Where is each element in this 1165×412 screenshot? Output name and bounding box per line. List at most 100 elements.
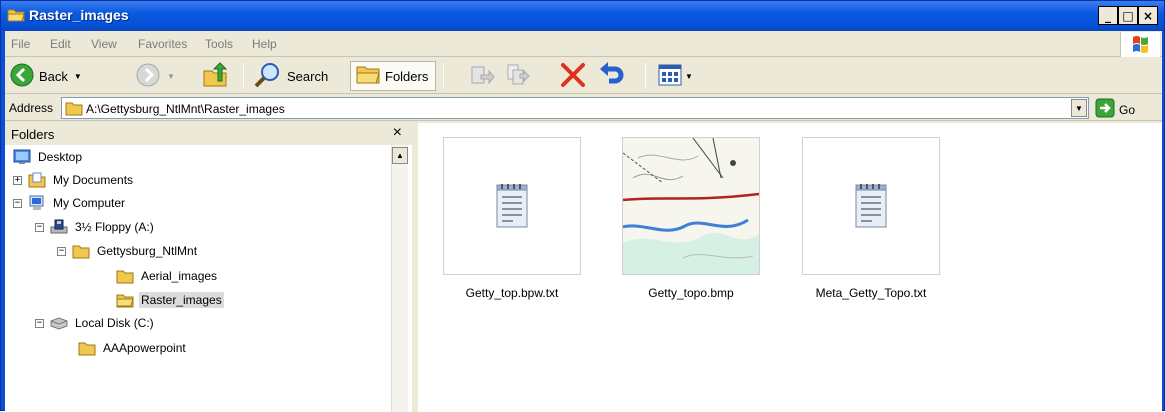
tree-item-label: 3½ Floppy (A:) [75,220,154,234]
collapse-toggle[interactable]: − [35,318,44,328]
tree-item-label: Gettysburg_NtlMnt [97,244,198,258]
file-name: Getty_topo.bmp [648,286,734,300]
tree-item-label: My Computer [53,196,126,210]
explorer-window: Raster_images _ □ × File Edit View Favor… [0,0,1165,412]
back-button[interactable]: Back ▼ [9,61,82,91]
desktop-icon [13,149,31,165]
open-folder-icon [7,7,25,26]
folder-tree: Desktop + My Documents − My Computer − 3… [5,145,391,412]
tree-item-my-computer[interactable]: − My Computer [13,192,127,214]
undo-button[interactable] [597,61,625,91]
standard-toolbar: Back ▼ ▼ Search Folders ▼ [5,58,1162,94]
file-view: Getty_top.bpw.txt Getty_topo.bmp Meta_Ge… [418,123,1162,412]
hard-disk-icon [50,315,68,331]
expand-toggle[interactable]: + [13,175,22,185]
menu-help[interactable]: Help [252,37,277,51]
my-computer-icon [28,195,46,211]
tree-item-floppy[interactable]: − 3½ Floppy (A:) [35,216,156,238]
folders-pane-title: Folders [11,127,55,142]
menu-favorites[interactable]: Favorites [138,37,187,51]
tree-item-label: AAApowerpoint [103,341,186,355]
forward-dropdown-icon[interactable]: ▼ [167,72,175,81]
forward-arrow-icon [135,62,161,91]
folders-pane-header: Folders × [5,123,412,145]
views-button[interactable]: ▼ [657,61,693,91]
back-label: Back [39,68,68,84]
go-button[interactable]: Go [1095,98,1135,121]
menu-tools[interactable]: Tools [205,37,233,51]
windows-logo [1120,32,1160,57]
folder-icon [78,340,96,356]
go-label: Go [1119,102,1136,117]
tree-item-label: Desktop [38,150,83,164]
folders-button[interactable]: Folders [350,61,436,91]
address-label: Address [9,101,54,115]
search-button[interactable]: Search [253,61,328,91]
undo-icon [597,61,625,92]
topographic-map-thumbnail [622,137,760,275]
scroll-up-button[interactable]: ▲ [392,147,408,164]
open-folder-icon [116,292,134,308]
folders-pane-close-button[interactable]: × [393,124,402,142]
copy-to-icon [505,63,531,90]
file-item[interactable]: Meta_Getty_Topo.txt [802,137,940,300]
tree-item-label: My Documents [53,173,134,187]
folder-icon [72,243,90,259]
menu-edit[interactable]: Edit [50,37,71,51]
address-field[interactable]: A:\Gettysburg_NtlMnt\Raster_images ▼ [61,97,1089,119]
close-button[interactable]: × [1138,6,1158,25]
tree-item-raster-images[interactable]: Raster_images [116,289,224,311]
views-dropdown-icon[interactable]: ▼ [685,72,693,81]
file-item[interactable]: Getty_topo.bmp [622,137,760,300]
my-documents-folder-icon [28,172,46,188]
menu-file[interactable]: File [11,37,30,51]
folders-pane: Folders × Desktop + My Documents − My Co… [5,123,415,412]
window-title: Raster_images [29,7,129,23]
delete-x-icon [559,61,587,92]
notepad-document-icon [443,137,581,275]
notepad-document-icon [802,137,940,275]
tree-item-label: Aerial_images [141,269,218,283]
file-name: Meta_Getty_Topo.txt [815,286,927,300]
search-label: Search [287,68,329,84]
address-bar: Address A:\Gettysburg_NtlMnt\Raster_imag… [5,95,1162,121]
address-value: A:\Gettysburg_NtlMnt\Raster_images [86,102,285,116]
file-item[interactable]: Getty_top.bpw.txt [443,137,581,300]
up-folder-button[interactable] [201,61,229,91]
folder-icon [116,268,134,284]
tree-item-my-documents[interactable]: + My Documents [13,169,135,191]
up-folder-icon [201,61,229,92]
tree-item-aaapowerpoint[interactable]: AAApowerpoint [78,337,188,359]
back-arrow-icon [9,62,35,91]
tree-item-gettysburg[interactable]: − Gettysburg_NtlMnt [57,240,199,262]
window-client: File Edit View Favorites Tools Help Back… [5,31,1162,412]
move-to-button[interactable] [469,61,495,91]
back-dropdown-icon[interactable]: ▼ [74,72,82,81]
menu-bar: File Edit View Favorites Tools Help [5,31,1162,57]
floppy-drive-icon [50,219,68,235]
folders-label: Folders [385,68,429,84]
move-to-icon [469,63,495,90]
forward-button[interactable]: ▼ [135,61,175,91]
collapse-toggle[interactable]: − [13,198,22,208]
tree-item-desktop[interactable]: Desktop [13,146,84,168]
tree-item-local-disk[interactable]: − Local Disk (C:) [35,312,156,334]
minimize-button[interactable]: _ [1098,6,1118,25]
tree-item-label: Local Disk (C:) [75,316,154,330]
file-name: Getty_top.bpw.txt [465,286,559,300]
maximize-button[interactable]: □ [1118,6,1138,25]
collapse-toggle[interactable]: − [57,246,66,256]
title-bar[interactable]: Raster_images _ □ × [1,1,1164,31]
address-dropdown-button[interactable]: ▼ [1071,99,1087,117]
tree-item-aerial-images[interactable]: Aerial_images [116,265,219,287]
go-arrow-icon [1095,98,1115,121]
folders-icon [355,63,381,90]
search-icon [253,61,283,92]
views-grid-icon [657,63,683,90]
menu-view[interactable]: View [91,37,117,51]
tree-scrollbar[interactable]: ▲ [391,145,408,412]
copy-to-button[interactable] [505,61,531,91]
delete-button[interactable] [559,61,587,91]
tree-item-label: Raster_images [139,292,224,308]
collapse-toggle[interactable]: − [35,222,44,232]
